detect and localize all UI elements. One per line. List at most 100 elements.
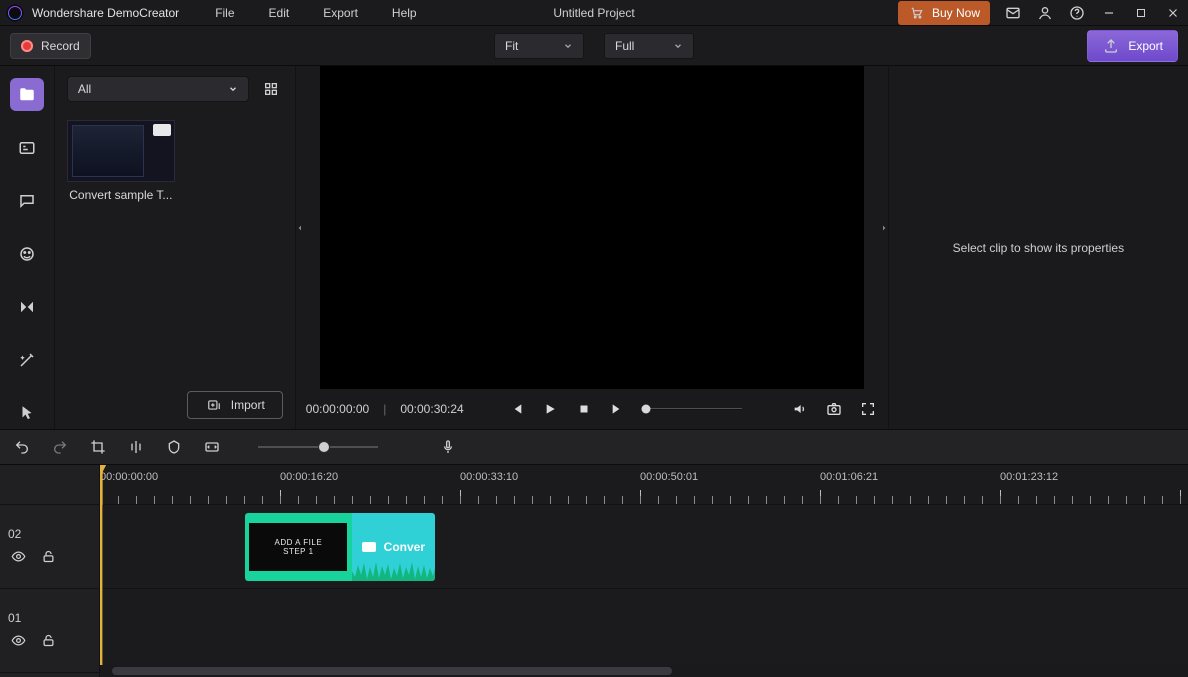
media-item-label: Convert sample T... [67,188,175,202]
window-close-button[interactable] [1164,4,1182,22]
menu-export[interactable]: Export [317,3,364,23]
media-item[interactable]: Convert sample T... [67,120,175,202]
grid-view-toggle[interactable] [259,77,283,101]
voiceover-button[interactable] [438,437,458,457]
stop-button[interactable] [574,399,594,419]
aspect-ratio-button[interactable] [202,437,222,457]
export-label: Export [1128,39,1163,53]
snapshot-button[interactable] [824,399,844,419]
marker-button[interactable] [164,437,184,457]
clip-item[interactable]: ADD A FILE STEP 1 Conver [245,513,435,581]
import-row: Import [55,381,295,429]
eye-icon[interactable] [8,547,28,567]
clip-label: Conver [384,540,425,554]
rail-annotations[interactable] [10,184,44,217]
media-panel: All Convert sample T... [55,66,296,429]
split-button[interactable] [126,437,146,457]
rail-transitions[interactable] [10,290,44,323]
export-button[interactable]: Export [1087,30,1178,62]
project-title: Untitled Project [553,6,634,20]
crop-button[interactable] [88,437,108,457]
mail-icon[interactable] [1004,4,1022,22]
current-time: 00:00:00:00 [306,402,369,416]
clip-thumb-line2: STEP 1 [283,547,313,556]
timeline-toolbar [0,429,1188,465]
ruler-label: 00:01:23:12 [1000,471,1058,483]
ruler-label: 00:01:06:21 [820,471,878,483]
step-back-button[interactable] [506,399,526,419]
undo-button[interactable] [12,437,32,457]
record-button[interactable]: Record [10,33,91,59]
eye-icon[interactable] [8,631,28,651]
step-forward-button[interactable] [608,399,628,419]
timeline-scroll-thumb[interactable] [112,667,672,675]
timeline-track-headers: 02 01 [0,465,100,677]
timeline-zoom-slider[interactable] [258,446,378,448]
upload-icon [1102,37,1120,55]
app-title: Wondershare DemoCreator [32,6,179,20]
preview-stage-wrap [296,66,888,389]
chevron-down-icon [563,41,573,51]
account-icon[interactable] [1036,4,1054,22]
clip-thumb-line1: ADD A FILE [274,538,322,547]
timeline-ruler[interactable]: 00:00:00:00 00:00:16:20 00:00:33:10 00:0… [100,465,1188,505]
record-dot-icon [21,40,33,52]
track-row-01[interactable] [100,589,1188,673]
preview-stage[interactable] [320,66,864,389]
ruler-label: 00:00:50:01 [640,471,698,483]
titlebar: Wondershare DemoCreator File Edit Export… [0,0,1188,26]
preview-progress-slider[interactable] [642,408,762,410]
window-maximize-button[interactable] [1132,4,1150,22]
preview-selectors: Fit Full [494,33,694,59]
fit-mode-label: Fit [505,39,518,53]
media-filter-label: All [78,82,91,96]
buy-now-button[interactable]: Buy Now [898,1,990,25]
menu-edit[interactable]: Edit [263,3,296,23]
fullscreen-button[interactable] [858,399,878,419]
rail-library[interactable] [10,78,44,111]
ruler-spacer [0,465,99,505]
import-icon [205,396,223,414]
clip-thumb: ADD A FILE STEP 1 [245,513,352,581]
timeline-scrollbar[interactable] [100,665,1188,677]
rail-captions[interactable] [10,131,44,164]
preview-panel: 00:00:00:00 | 00:00:30:24 [296,66,889,429]
redo-button[interactable] [50,437,70,457]
ruler-label: 00:00:00:00 [100,471,158,483]
panel-collapse-left[interactable] [296,214,304,242]
window-minimize-button[interactable] [1100,4,1118,22]
playhead-line[interactable] [100,465,102,677]
rail-stickers[interactable] [10,237,44,270]
fit-mode-dropdown[interactable]: Fit [494,33,584,59]
play-button[interactable] [540,399,560,419]
quality-dropdown[interactable]: Full [604,33,694,59]
lock-open-icon[interactable] [38,547,58,567]
timeline-body[interactable]: 00:00:00:00 00:00:16:20 00:00:33:10 00:0… [100,465,1188,677]
clip-body: Conver [352,513,435,581]
help-icon[interactable] [1068,4,1086,22]
lock-open-icon[interactable] [38,631,58,651]
record-label: Record [41,39,80,53]
import-button[interactable]: Import [187,391,283,419]
media-filter-dropdown[interactable]: All [67,76,249,102]
volume-button[interactable] [790,399,810,419]
import-label: Import [231,398,265,412]
app-root: Wondershare DemoCreator File Edit Export… [0,0,1188,677]
rail-cursor[interactable] [10,396,44,429]
video-badge-icon [362,542,376,552]
track-head-02: 02 [0,505,99,589]
main-menu: File Edit Export Help [209,3,422,23]
ruler-label: 00:00:16:20 [280,471,338,483]
track-02-label: 02 [8,527,21,541]
clip-waveform-icon [352,559,435,581]
panel-collapse-right[interactable] [880,214,888,242]
rail-effects[interactable] [10,343,44,376]
menu-file[interactable]: File [209,3,240,23]
properties-panel: Select clip to show its properties [889,66,1188,429]
timeline-tracks: ADD A FILE STEP 1 Conver [100,505,1188,677]
track-row-02[interactable]: ADD A FILE STEP 1 Conver [100,505,1188,589]
menu-help[interactable]: Help [386,3,423,23]
chevron-down-icon [673,41,683,51]
left-rail [0,66,55,429]
clip-thumb-content: ADD A FILE STEP 1 [249,523,347,571]
